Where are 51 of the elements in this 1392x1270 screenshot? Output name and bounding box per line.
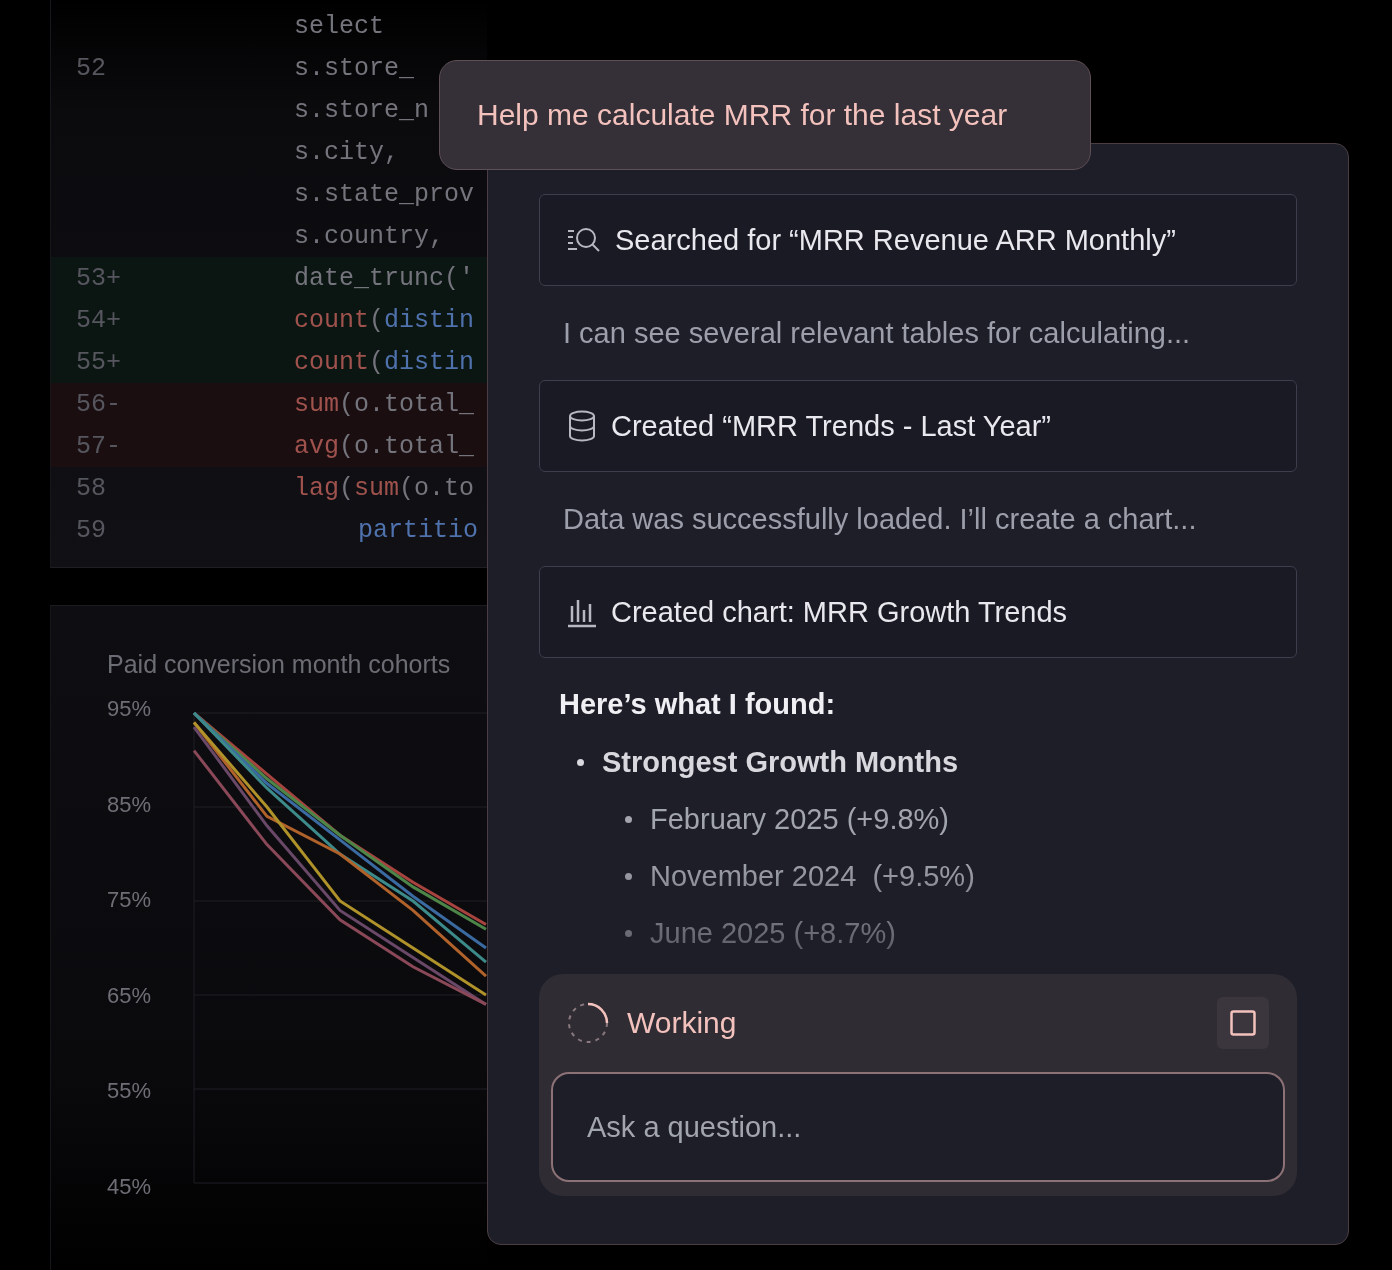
assistant-message: Data was successfully loaded. I’ll create a chart... bbox=[562, 501, 1198, 537]
bullet-text: November 2024 (+9.5%) bbox=[650, 860, 975, 893]
code-line: sum(o.total_ bbox=[294, 389, 475, 419]
y-axis-label: 85% bbox=[107, 794, 153, 815]
tool-step-text: Created chart: MRR Growth Trends bbox=[611, 595, 1068, 629]
code-line: date_trunc(' bbox=[294, 263, 475, 293]
tool-step-card[interactable]: Searched for “MRR Revenue ARR Monthly” bbox=[539, 194, 1297, 286]
bullet-icon bbox=[625, 930, 632, 937]
database-icon bbox=[567, 410, 597, 442]
line-number: 58 bbox=[75, 473, 107, 503]
code-line: s.store_ bbox=[294, 53, 415, 83]
y-axis-label: 55% bbox=[107, 1081, 153, 1102]
code-line: s.state_prov bbox=[294, 179, 475, 209]
bullet-text: February 2025 (+9.8%) bbox=[650, 803, 950, 836]
line-number: 54+ bbox=[75, 305, 122, 335]
tool-step-text: Searched for “MRR Revenue ARR Monthly” bbox=[615, 223, 1176, 257]
bullet-icon bbox=[625, 873, 632, 880]
code-line: count(distin bbox=[294, 347, 475, 377]
bullet-icon bbox=[625, 816, 632, 823]
code-line: s.country, bbox=[294, 221, 445, 251]
code-line: select bbox=[294, 11, 384, 41]
question-input[interactable]: Ask a question... bbox=[551, 1072, 1285, 1182]
y-axis-label: 65% bbox=[107, 985, 153, 1006]
tool-step-text: Created “MRR Trends - Last Year” bbox=[611, 409, 1051, 443]
stop-button[interactable] bbox=[1217, 997, 1269, 1049]
code-line: s.city, bbox=[294, 137, 400, 167]
code-line: count(distin bbox=[294, 305, 475, 335]
status-text: Working bbox=[627, 1006, 738, 1040]
user-prompt-bubble: Help me calculate MRR for the last year bbox=[439, 60, 1091, 170]
code-line: lag(sum(o.to bbox=[294, 473, 475, 503]
line-number: 55+ bbox=[75, 347, 122, 377]
line-number: 59 bbox=[75, 515, 107, 545]
bullet-text: June 2025 (+8.7%) bbox=[650, 917, 896, 950]
y-axis-label: 95% bbox=[107, 699, 153, 719]
stop-icon bbox=[1230, 1010, 1256, 1036]
line-number: 52 bbox=[75, 53, 107, 83]
line-number: 53+ bbox=[75, 263, 122, 293]
tool-step-card[interactable]: Created chart: MRR Growth Trends bbox=[539, 566, 1297, 658]
tool-step-card[interactable]: Created “MRR Trends - Last Year” bbox=[539, 380, 1297, 472]
bullet-text: Strongest Growth Months bbox=[602, 745, 959, 779]
y-axis-label: 45% bbox=[107, 1176, 153, 1197]
bullet-icon bbox=[577, 758, 584, 766]
result-heading: Here’s what I found: bbox=[558, 688, 837, 721]
code-line: s.store_n bbox=[294, 95, 430, 125]
code-line: partitio bbox=[358, 515, 479, 545]
code-line: avg(o.total_ bbox=[294, 431, 475, 461]
line-number: 57- bbox=[75, 431, 122, 461]
y-axis-label: 75% bbox=[107, 890, 153, 911]
assistant-message: I can see several relevant tables for calculating... bbox=[562, 315, 1192, 351]
chart-title: Paid conversion month cohorts bbox=[107, 650, 452, 679]
line-number: 56- bbox=[75, 389, 122, 419]
